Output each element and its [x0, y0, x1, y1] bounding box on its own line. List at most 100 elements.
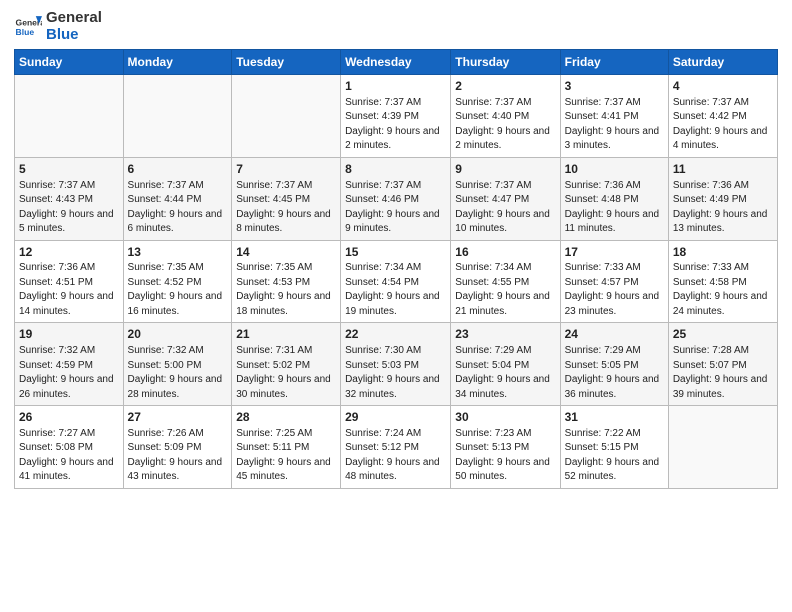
day-number: 2 [455, 78, 555, 95]
day-cell: 18Sunrise: 7:33 AMSunset: 4:58 PMDayligh… [668, 240, 777, 323]
day-number: 13 [128, 244, 228, 261]
day-info: Sunrise: 7:37 AMSunset: 4:39 PMDaylight:… [345, 96, 446, 154]
day-info: Sunrise: 7:36 AMSunset: 4:48 PMDaylight:… [565, 179, 664, 237]
day-info: Sunrise: 7:37 AMSunset: 4:47 PMDaylight:… [455, 179, 555, 237]
week-row-2: 5Sunrise: 7:37 AMSunset: 4:43 PMDaylight… [15, 157, 778, 240]
day-info: Sunrise: 7:26 AMSunset: 5:09 PMDaylight:… [128, 427, 228, 485]
day-info: Sunrise: 7:35 AMSunset: 4:53 PMDaylight:… [236, 261, 336, 319]
header: General Blue General Blue [14, 10, 778, 43]
day-number: 23 [455, 326, 555, 343]
day-number: 8 [345, 161, 446, 178]
day-info: Sunrise: 7:30 AMSunset: 5:03 PMDaylight:… [345, 344, 446, 402]
day-cell: 16Sunrise: 7:34 AMSunset: 4:55 PMDayligh… [451, 240, 560, 323]
day-cell: 30Sunrise: 7:23 AMSunset: 5:13 PMDayligh… [451, 406, 560, 489]
day-info: Sunrise: 7:33 AMSunset: 4:57 PMDaylight:… [565, 261, 664, 319]
day-number: 25 [673, 326, 773, 343]
day-cell: 3Sunrise: 7:37 AMSunset: 4:41 PMDaylight… [560, 75, 668, 158]
day-info: Sunrise: 7:33 AMSunset: 4:58 PMDaylight:… [673, 261, 773, 319]
day-cell: 25Sunrise: 7:28 AMSunset: 5:07 PMDayligh… [668, 323, 777, 406]
week-row-4: 19Sunrise: 7:32 AMSunset: 4:59 PMDayligh… [15, 323, 778, 406]
day-info: Sunrise: 7:35 AMSunset: 4:52 PMDaylight:… [128, 261, 228, 319]
day-info: Sunrise: 7:25 AMSunset: 5:11 PMDaylight:… [236, 427, 336, 485]
header-cell-saturday: Saturday [668, 50, 777, 75]
day-cell: 20Sunrise: 7:32 AMSunset: 5:00 PMDayligh… [123, 323, 232, 406]
day-info: Sunrise: 7:37 AMSunset: 4:42 PMDaylight:… [673, 96, 773, 154]
header-cell-tuesday: Tuesday [232, 50, 341, 75]
day-cell [123, 75, 232, 158]
day-number: 10 [565, 161, 664, 178]
day-number: 26 [19, 409, 119, 426]
day-number: 22 [345, 326, 446, 343]
day-number: 16 [455, 244, 555, 261]
week-row-1: 1Sunrise: 7:37 AMSunset: 4:39 PMDaylight… [15, 75, 778, 158]
day-cell: 7Sunrise: 7:37 AMSunset: 4:45 PMDaylight… [232, 157, 341, 240]
day-cell: 17Sunrise: 7:33 AMSunset: 4:57 PMDayligh… [560, 240, 668, 323]
header-cell-friday: Friday [560, 50, 668, 75]
day-cell: 12Sunrise: 7:36 AMSunset: 4:51 PMDayligh… [15, 240, 124, 323]
day-number: 20 [128, 326, 228, 343]
day-info: Sunrise: 7:37 AMSunset: 4:40 PMDaylight:… [455, 96, 555, 154]
day-cell: 28Sunrise: 7:25 AMSunset: 5:11 PMDayligh… [232, 406, 341, 489]
day-number: 11 [673, 161, 773, 178]
day-cell: 23Sunrise: 7:29 AMSunset: 5:04 PMDayligh… [451, 323, 560, 406]
day-cell [232, 75, 341, 158]
day-cell [668, 406, 777, 489]
day-cell: 13Sunrise: 7:35 AMSunset: 4:52 PMDayligh… [123, 240, 232, 323]
day-number: 1 [345, 78, 446, 95]
day-number: 9 [455, 161, 555, 178]
day-number: 12 [19, 244, 119, 261]
day-number: 29 [345, 409, 446, 426]
day-cell: 31Sunrise: 7:22 AMSunset: 5:15 PMDayligh… [560, 406, 668, 489]
logo-icon: General Blue [14, 13, 42, 41]
day-number: 30 [455, 409, 555, 426]
day-info: Sunrise: 7:32 AMSunset: 5:00 PMDaylight:… [128, 344, 228, 402]
day-info: Sunrise: 7:22 AMSunset: 5:15 PMDaylight:… [565, 427, 664, 485]
day-number: 31 [565, 409, 664, 426]
header-cell-sunday: Sunday [15, 50, 124, 75]
day-cell: 29Sunrise: 7:24 AMSunset: 5:12 PMDayligh… [341, 406, 451, 489]
day-info: Sunrise: 7:37 AMSunset: 4:44 PMDaylight:… [128, 179, 228, 237]
calendar-body: 1Sunrise: 7:37 AMSunset: 4:39 PMDaylight… [15, 75, 778, 489]
header-cell-thursday: Thursday [451, 50, 560, 75]
day-cell: 9Sunrise: 7:37 AMSunset: 4:47 PMDaylight… [451, 157, 560, 240]
header-row: SundayMondayTuesdayWednesdayThursdayFrid… [15, 50, 778, 75]
logo-general: General [46, 10, 102, 27]
day-info: Sunrise: 7:37 AMSunset: 4:43 PMDaylight:… [19, 179, 119, 237]
calendar-header: SundayMondayTuesdayWednesdayThursdayFrid… [15, 50, 778, 75]
day-number: 6 [128, 161, 228, 178]
day-cell: 5Sunrise: 7:37 AMSunset: 4:43 PMDaylight… [15, 157, 124, 240]
day-cell: 8Sunrise: 7:37 AMSunset: 4:46 PMDaylight… [341, 157, 451, 240]
day-info: Sunrise: 7:37 AMSunset: 4:45 PMDaylight:… [236, 179, 336, 237]
day-info: Sunrise: 7:23 AMSunset: 5:13 PMDaylight:… [455, 427, 555, 485]
day-info: Sunrise: 7:24 AMSunset: 5:12 PMDaylight:… [345, 427, 446, 485]
day-number: 19 [19, 326, 119, 343]
day-info: Sunrise: 7:36 AMSunset: 4:49 PMDaylight:… [673, 179, 773, 237]
day-info: Sunrise: 7:31 AMSunset: 5:02 PMDaylight:… [236, 344, 336, 402]
day-cell: 2Sunrise: 7:37 AMSunset: 4:40 PMDaylight… [451, 75, 560, 158]
day-number: 5 [19, 161, 119, 178]
header-cell-wednesday: Wednesday [341, 50, 451, 75]
day-number: 18 [673, 244, 773, 261]
week-row-5: 26Sunrise: 7:27 AMSunset: 5:08 PMDayligh… [15, 406, 778, 489]
day-number: 24 [565, 326, 664, 343]
day-info: Sunrise: 7:28 AMSunset: 5:07 PMDaylight:… [673, 344, 773, 402]
day-cell [15, 75, 124, 158]
day-number: 15 [345, 244, 446, 261]
day-number: 3 [565, 78, 664, 95]
page: General Blue General Blue SundayMondayTu… [0, 0, 792, 499]
day-cell: 19Sunrise: 7:32 AMSunset: 4:59 PMDayligh… [15, 323, 124, 406]
day-number: 14 [236, 244, 336, 261]
svg-text:Blue: Blue [16, 26, 35, 36]
header-cell-monday: Monday [123, 50, 232, 75]
day-info: Sunrise: 7:34 AMSunset: 4:54 PMDaylight:… [345, 261, 446, 319]
day-info: Sunrise: 7:37 AMSunset: 4:41 PMDaylight:… [565, 96, 664, 154]
logo-blue: Blue [46, 27, 102, 44]
week-row-3: 12Sunrise: 7:36 AMSunset: 4:51 PMDayligh… [15, 240, 778, 323]
day-cell: 22Sunrise: 7:30 AMSunset: 5:03 PMDayligh… [341, 323, 451, 406]
logo: General Blue General Blue [14, 10, 102, 43]
day-cell: 21Sunrise: 7:31 AMSunset: 5:02 PMDayligh… [232, 323, 341, 406]
day-info: Sunrise: 7:27 AMSunset: 5:08 PMDaylight:… [19, 427, 119, 485]
day-cell: 10Sunrise: 7:36 AMSunset: 4:48 PMDayligh… [560, 157, 668, 240]
day-cell: 11Sunrise: 7:36 AMSunset: 4:49 PMDayligh… [668, 157, 777, 240]
day-cell: 6Sunrise: 7:37 AMSunset: 4:44 PMDaylight… [123, 157, 232, 240]
